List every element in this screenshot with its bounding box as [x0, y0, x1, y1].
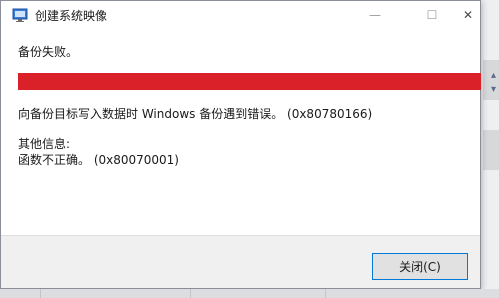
background-segment — [40, 289, 191, 298]
close-button[interactable]: 关闭(C) — [372, 253, 468, 280]
details-label: 其他信息: — [18, 137, 71, 151]
maximize-icon: ☐ — [426, 8, 438, 22]
minimize-button[interactable]: — — [354, 1, 396, 29]
close-icon: ✕ — [462, 8, 474, 22]
background-window-edge — [483, 130, 499, 170]
error-message: 向备份目标写入数据时 Windows 备份遇到错误。 (0x80780166) — [18, 107, 373, 121]
system-image-icon — [12, 8, 28, 22]
close-window-button[interactable]: ✕ — [447, 1, 489, 29]
title-bar[interactable]: 创建系统映像 — ☐ ✕ — [1, 1, 480, 29]
status-message: 备份失败。 — [18, 45, 79, 59]
background-segment — [0, 289, 41, 298]
progress-fill — [18, 73, 481, 90]
dialog-content: 备份失败。 向备份目标写入数据时 Windows 备份遇到错误。 (0x8078… — [1, 29, 481, 235]
details-message: 函数不正确。 (0x80070001) — [18, 153, 179, 167]
background-arrow-icon: ▴ — [490, 70, 496, 81]
window-title: 创建系统映像 — [35, 9, 108, 23]
background-arrow-icon: ▾ — [490, 84, 496, 95]
progress-bar — [18, 73, 481, 90]
background-segment — [190, 289, 326, 298]
dialog-footer: 关闭(C) — [1, 235, 480, 288]
backup-error-dialog: 创建系统映像 — ☐ ✕ 备份失败。 向备份目标写入数据时 Windows 备份… — [0, 0, 481, 289]
minimize-icon: — — [369, 8, 381, 22]
